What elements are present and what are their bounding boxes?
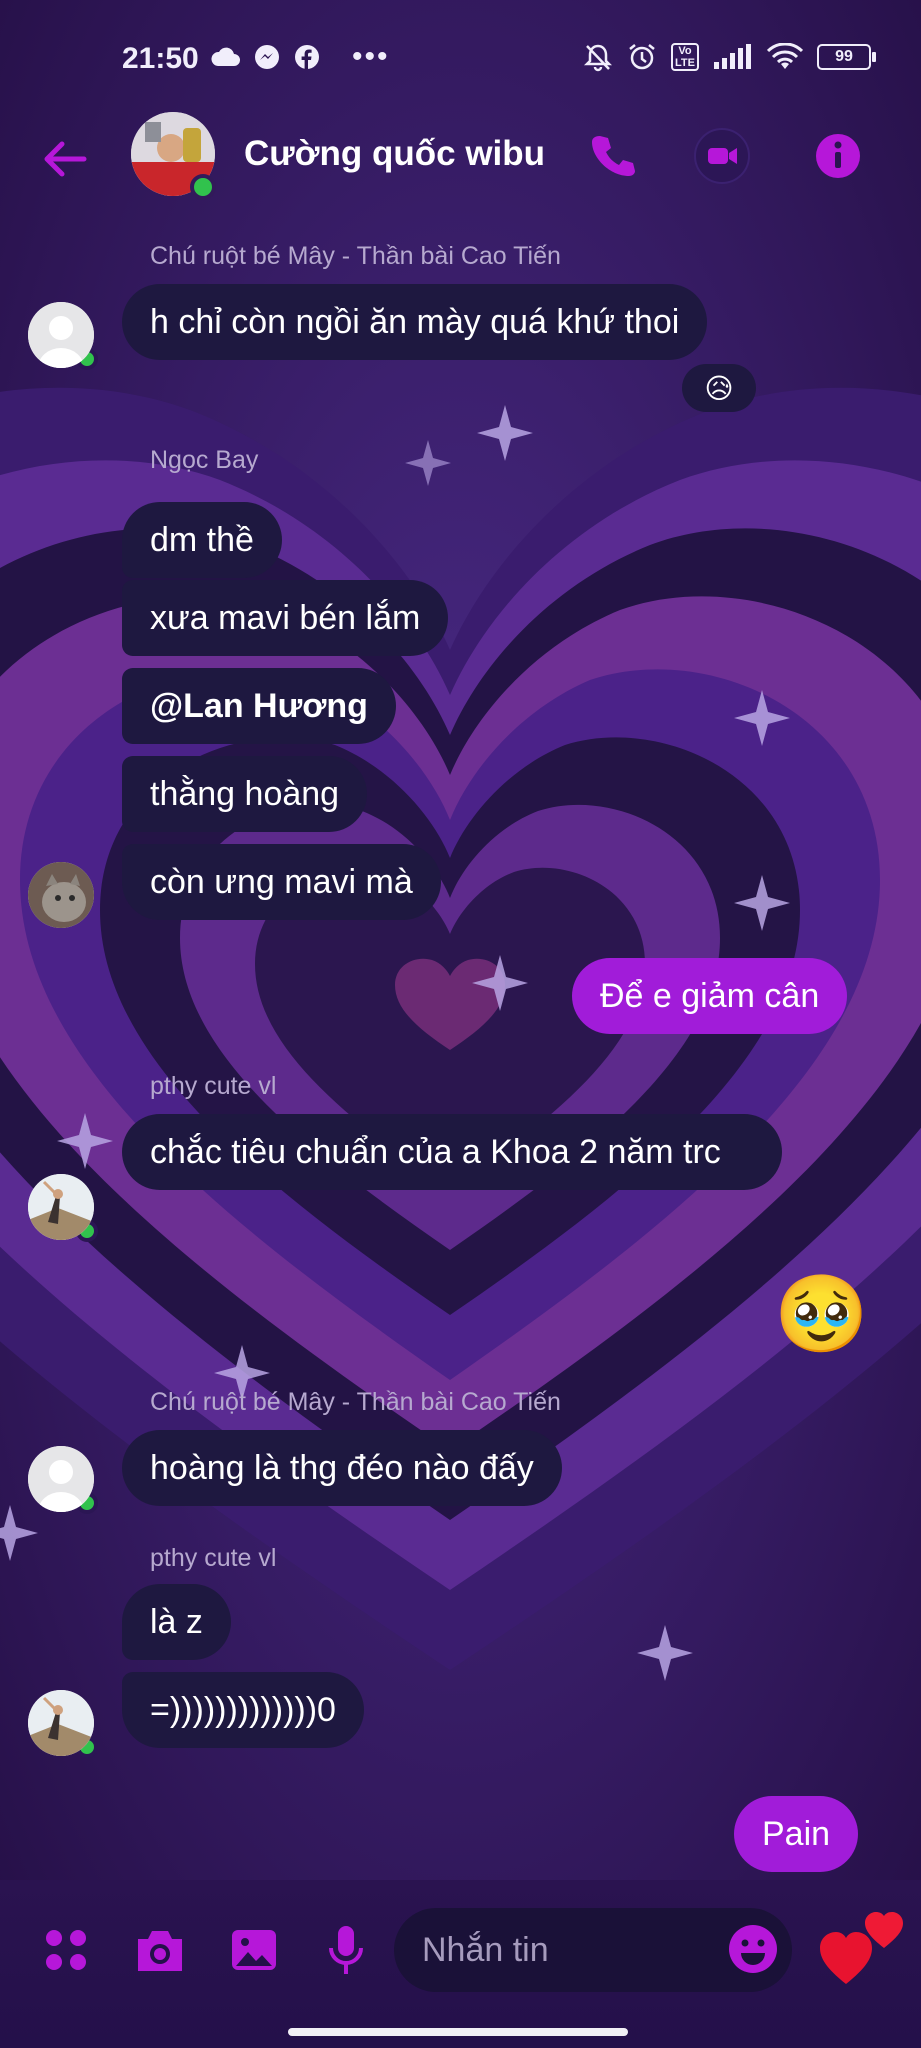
wifi-icon (767, 43, 803, 69)
message-bubble[interactable]: là z (122, 1584, 231, 1660)
emoji-icon[interactable] (726, 1922, 780, 1976)
cloud-icon (211, 47, 240, 66)
outgoing-message-bubble[interactable]: Để e giảm cân (572, 958, 848, 1034)
outgoing-emoji-message[interactable]: 🥹 (774, 1270, 869, 1360)
image-icon (232, 1930, 276, 1970)
message-bubble[interactable]: xưa mavi bén lắm (122, 580, 449, 656)
sender-name: Ngọc Bay (150, 446, 259, 474)
status-time: 21:50 (122, 42, 199, 75)
info-icon (816, 134, 860, 178)
alarm-icon (629, 44, 655, 70)
sender-avatar[interactable] (28, 1446, 98, 1514)
message-composer (0, 1880, 921, 2048)
mute-bell-icon (584, 44, 613, 72)
sender-name: pthy cute vl (150, 1544, 277, 1572)
home-indicator[interactable] (288, 2028, 628, 2036)
default-avatar-icon (28, 302, 94, 368)
heart-quick-reaction-icon[interactable] (818, 1900, 908, 1990)
sender-avatar[interactable] (28, 862, 94, 928)
sender-avatar[interactable] (28, 1690, 98, 1758)
status-bar: 21:50 ••• Vo LTE 99 (0, 0, 921, 120)
video-camera-icon (694, 128, 750, 184)
gallery-button[interactable] (226, 1922, 282, 1978)
default-avatar-icon (28, 1446, 94, 1512)
sender-avatar[interactable] (28, 302, 98, 370)
message-bubble[interactable]: h chỉ còn ngồi ăn mày quá khứ thoi (122, 284, 708, 360)
sender-name: Chú ruột bé Mây - Thần bài Cao Tiến (150, 242, 561, 270)
message-bubble[interactable]: hoàng là thg đéo nào đấy (122, 1430, 562, 1506)
message-bubble[interactable]: =)))))))))))))0 (122, 1672, 364, 1748)
phone-icon (592, 136, 635, 176)
group-online-indicator (190, 174, 216, 200)
person-avatar-image (28, 1690, 94, 1756)
sender-name: Chú ruột bé Mây - Thần bài Cao Tiến (150, 1388, 561, 1416)
message-bubble[interactable]: thằng hoàng (122, 756, 368, 832)
more-actions-button[interactable] (38, 1922, 94, 1978)
message-bubble-mention[interactable]: @Lan Hương (122, 668, 396, 744)
four-dots-icon (46, 1930, 86, 1970)
outgoing-message-bubble[interactable]: Pain (734, 1796, 859, 1872)
message-bubble[interactable]: dm thề (122, 502, 282, 578)
conversation-header: Cường quốc wibu (0, 108, 921, 208)
signal-icon (714, 44, 751, 69)
person-avatar-image (28, 1174, 94, 1240)
back-arrow-icon[interactable] (40, 134, 90, 184)
video-call-button[interactable] (694, 128, 750, 184)
volte-badge: Vo LTE (671, 43, 699, 71)
conversation-title[interactable]: Cường quốc wibu (244, 134, 545, 174)
battery-icon: 99 (817, 44, 876, 70)
message-reaction[interactable]: 😥 (682, 364, 756, 412)
conversation-info-button[interactable] (810, 128, 866, 184)
more-notifications-icon: ••• (352, 40, 390, 73)
cat-avatar-image (28, 862, 94, 928)
sender-avatar[interactable] (28, 1174, 98, 1242)
microphone-icon (329, 1926, 363, 1974)
camera-button[interactable] (132, 1922, 188, 1978)
messenger-icon (255, 45, 279, 69)
message-bubble[interactable]: chắc tiêu chuẩn của a Khoa 2 năm trc (122, 1114, 782, 1190)
message-bubble[interactable]: còn ưng mavi mà (122, 844, 441, 920)
sender-name: pthy cute vl (150, 1072, 277, 1100)
voice-call-button[interactable] (584, 128, 640, 184)
facebook-icon (295, 45, 319, 69)
voice-record-button[interactable] (318, 1922, 374, 1978)
camera-icon (138, 1931, 182, 1971)
